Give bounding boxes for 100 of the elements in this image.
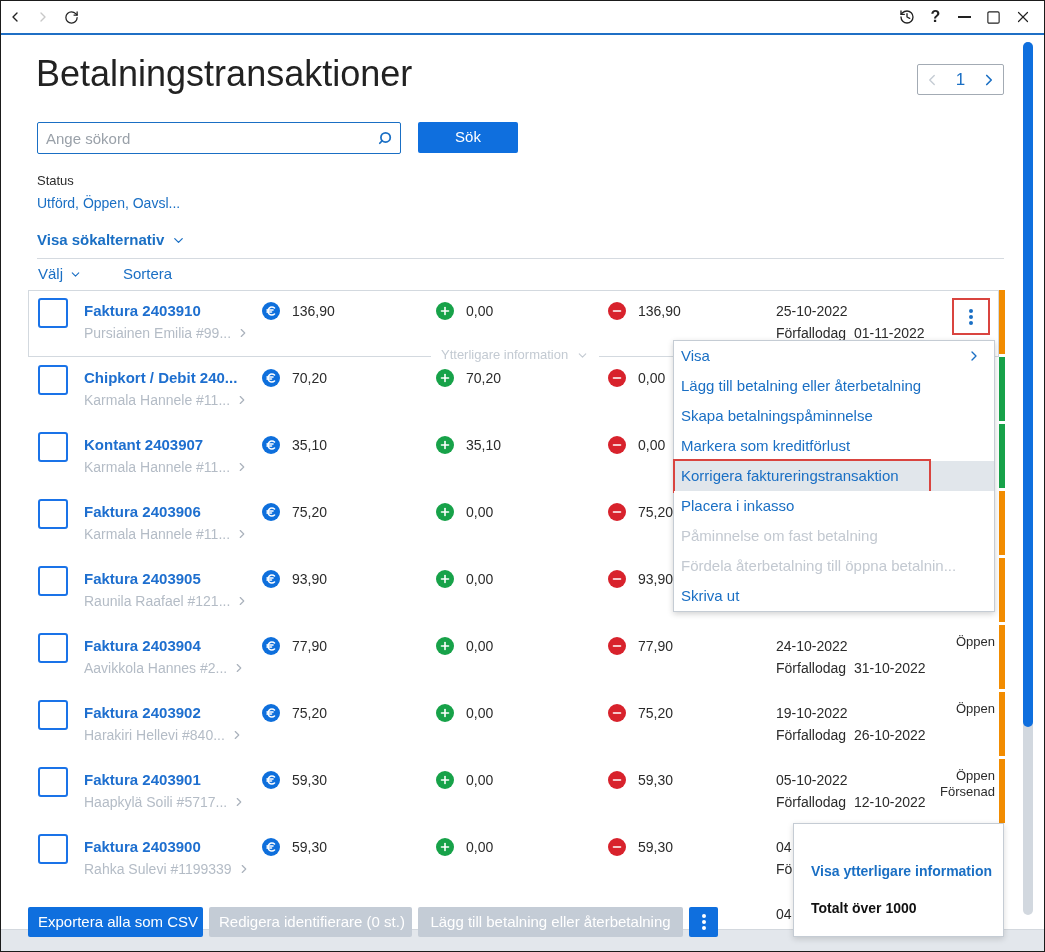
minus-icon [608, 436, 626, 454]
kebab-icon [701, 914, 706, 930]
minus-icon [608, 771, 626, 789]
maximize-icon [986, 9, 1001, 25]
sort-button[interactable]: Sortera [123, 264, 173, 284]
search-icon[interactable] [378, 131, 392, 145]
row-checkbox[interactable] [38, 700, 68, 730]
paid-amount: 0,00 [466, 838, 494, 857]
minus-icon [608, 570, 626, 588]
row-actions-button[interactable] [952, 298, 990, 335]
date-text: 19-10-2022 [776, 704, 848, 723]
transaction-link[interactable]: Faktura 2403905 [84, 569, 201, 589]
paid-amount: 0,00 [466, 637, 494, 656]
euro-icon [262, 369, 280, 387]
amount-text: 93,90 [292, 570, 328, 589]
paid-amount: 0,00 [466, 771, 494, 790]
kebab-icon [969, 308, 973, 325]
toolbar-button[interactable]: Exportera alla som CSV [28, 907, 203, 937]
date-text: 24-10-2022 [776, 637, 848, 656]
remaining-amount: 77,90 [638, 637, 674, 656]
minus-icon [608, 637, 626, 655]
due-label: Förfallodag [776, 793, 847, 812]
menu-item[interactable]: Skriva ut [674, 581, 994, 611]
transaction-link[interactable]: Faktura 2403910 [84, 301, 201, 321]
amount-text: 59,30 [292, 838, 328, 857]
row-checkbox[interactable] [38, 365, 68, 395]
search-options-toggle[interactable]: Visa sökalternativ [37, 230, 187, 250]
status-text: Öppen [955, 634, 995, 650]
euro-icon [262, 302, 280, 320]
minus-icon [608, 503, 626, 521]
status-filter-link[interactable]: Utförd, Öppen, Oavsl... [37, 193, 181, 213]
row-checkbox[interactable] [38, 566, 68, 596]
search-field[interactable]: Ange sökord [37, 122, 401, 154]
paid-amount: 35,10 [466, 436, 502, 455]
transaction-link[interactable]: Faktura 2403901 [84, 770, 201, 790]
menu-item[interactable]: Korrigera faktureringstransaktion [674, 461, 994, 491]
status-text: Öppen [955, 701, 995, 717]
euro-icon [262, 771, 280, 789]
menu-item[interactable]: Visa [674, 341, 994, 371]
menu-item[interactable]: Markera som kreditförlust [674, 431, 994, 461]
help-button[interactable]: ? [921, 1, 950, 33]
row-checkbox[interactable] [38, 432, 68, 462]
minimize-icon [958, 16, 971, 18]
amount-text: 75,20 [292, 704, 328, 723]
transaction-link[interactable]: Faktura 2403906 [84, 502, 201, 522]
paid-amount: 0,00 [466, 302, 494, 321]
row-checkbox[interactable] [38, 298, 68, 328]
paid-amount: 0,00 [466, 503, 494, 522]
row-checkbox[interactable] [38, 834, 68, 864]
transaction-link[interactable]: Faktura 2403902 [84, 703, 201, 723]
amount-text: 77,90 [292, 637, 328, 656]
due-date: 26-10-2022 [854, 726, 926, 745]
scrollbar-thumb[interactable] [1023, 42, 1033, 727]
plus-icon [436, 436, 454, 454]
scrollbar-track[interactable] [1023, 42, 1033, 915]
search-button[interactable]: Sök [418, 122, 518, 153]
euro-icon [262, 838, 280, 856]
status-text: Försenad [940, 784, 995, 800]
paid-amount: 0,00 [466, 570, 494, 589]
minus-icon [608, 302, 626, 320]
more-actions-button[interactable] [689, 907, 718, 937]
remaining-amount: 0,00 [638, 436, 666, 455]
plus-icon [436, 704, 454, 722]
transaction-link[interactable]: Chipkort / Debit 240... [84, 368, 238, 388]
euro-icon [262, 704, 280, 722]
menu-item[interactable]: Placera i inkasso [674, 491, 994, 521]
amount-text: 59,30 [292, 771, 328, 790]
status-text: Öppen [955, 768, 995, 784]
remaining-amount: 75,20 [638, 503, 674, 522]
menu-item[interactable]: Skapa betalningspåminnelse [674, 401, 994, 431]
plus-icon [436, 838, 454, 856]
transaction-link[interactable]: Faktura 2403900 [84, 837, 201, 857]
plus-icon [436, 369, 454, 387]
amount-text: 35,10 [292, 436, 328, 455]
due-label: Fö [776, 860, 793, 879]
minus-icon [608, 369, 626, 387]
date-text: 04 [776, 905, 792, 924]
total-count: Totalt över 1000 [811, 899, 917, 918]
date-text: 05-10-2022 [776, 771, 848, 790]
remaining-amount: 136,90 [638, 302, 681, 321]
euro-icon [262, 637, 280, 655]
remaining-amount: 0,00 [638, 369, 666, 388]
amount-text: 136,90 [292, 302, 335, 321]
transaction-link[interactable]: Kontant 2403907 [84, 435, 204, 455]
menu-item[interactable]: Lägg till betalning eller återbetalning [674, 371, 994, 401]
show-more-link[interactable]: Visa ytterligare information [811, 861, 992, 881]
remaining-amount: 59,30 [638, 771, 674, 790]
paid-amount: 0,00 [466, 704, 494, 723]
euro-icon [262, 436, 280, 454]
refresh-icon [63, 9, 79, 25]
row-checkbox[interactable] [38, 499, 68, 529]
row-checkbox[interactable] [38, 633, 68, 663]
history-icon [898, 9, 915, 25]
remaining-amount: 59,30 [638, 838, 674, 857]
row-checkbox[interactable] [38, 767, 68, 797]
plus-icon [436, 771, 454, 789]
select-menu-button[interactable]: Välj [38, 264, 82, 284]
status-label: Status [37, 172, 74, 190]
due-label: Förfallodag [776, 726, 847, 745]
transaction-link[interactable]: Faktura 2403904 [84, 636, 201, 656]
